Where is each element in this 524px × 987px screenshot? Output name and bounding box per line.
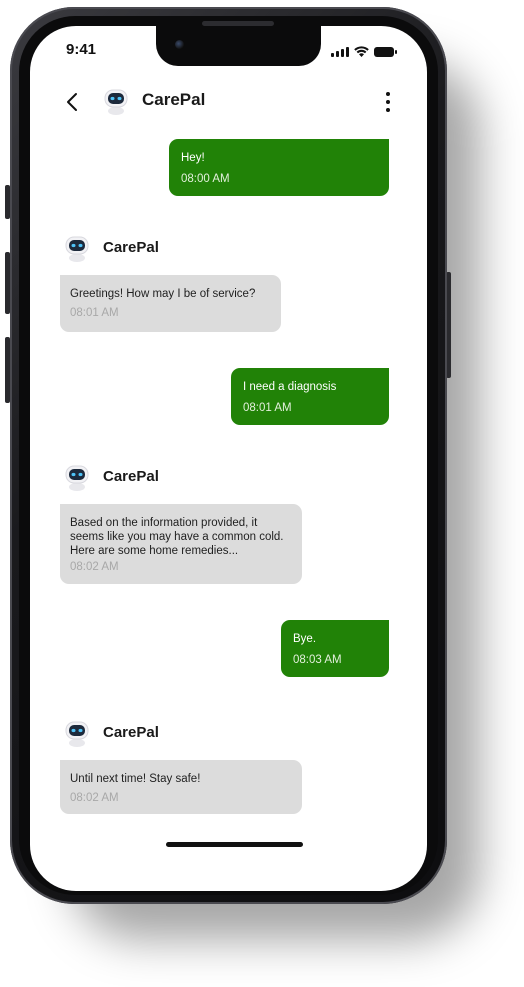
bot-sender-label: CarePal <box>61 231 159 263</box>
back-button[interactable] <box>60 86 84 118</box>
wifi-icon <box>354 46 369 57</box>
message-time: 08:01 AM <box>70 307 119 319</box>
message-time: 08:02 AM <box>70 561 119 573</box>
message-time: 08:02 AM <box>70 792 119 804</box>
more-vertical-icon <box>386 92 390 96</box>
message-text: Bye. <box>293 633 317 645</box>
chat-screen: 9:41 CarePal Hey! 08:00 AM CarePal Greet… <box>30 26 427 891</box>
bot-name: CarePal <box>103 723 159 741</box>
robot-avatar-icon <box>65 465 89 491</box>
chat-header: CarePal <box>30 80 427 126</box>
status-icons <box>331 46 397 57</box>
earpiece-speaker <box>202 21 274 26</box>
more-options-button[interactable] <box>378 88 398 116</box>
bot-message: Greetings! How may I be of service? 08:0… <box>60 275 281 332</box>
user-message: Bye. 08:03 AM <box>281 620 389 677</box>
user-message: I need a diagnosis 08:01 AM <box>231 368 389 425</box>
page-title: CarePal <box>142 90 206 109</box>
message-time: 08:01 AM <box>243 402 292 414</box>
phone-frame: 9:41 CarePal Hey! 08:00 AM CarePal Greet… <box>10 7 447 904</box>
chevron-left-icon <box>67 93 77 111</box>
bot-message: Until next time! Stay safe! 08:02 AM <box>60 760 302 814</box>
bot-sender-label: CarePal <box>61 716 159 748</box>
message-text: I need a diagnosis <box>243 381 337 393</box>
bot-name: CarePal <box>103 238 159 256</box>
message-text: Until next time! Stay safe! <box>70 773 201 785</box>
user-message: Hey! 08:00 AM <box>169 139 389 196</box>
phone-mockup: 9:41 CarePal Hey! 08:00 AM CarePal Greet… <box>0 0 524 987</box>
message-time: 08:03 AM <box>293 654 342 666</box>
robot-avatar-icon <box>65 236 89 262</box>
message-text: Greetings! How may I be of service? <box>70 288 256 300</box>
front-camera-icon <box>175 40 184 49</box>
status-time: 9:41 <box>66 41 97 58</box>
robot-avatar-icon <box>100 84 132 121</box>
message-time: 08:00 AM <box>181 173 230 185</box>
bot-sender-label: CarePal <box>61 460 159 492</box>
message-text: Hey! <box>181 152 205 164</box>
message-text: Based on the information provided, it se… <box>70 517 284 557</box>
home-indicator[interactable] <box>166 842 303 847</box>
robot-avatar-icon <box>65 721 89 747</box>
signal-icon <box>331 46 349 57</box>
bot-name: CarePal <box>103 467 159 485</box>
bot-message: Based on the information provided, it se… <box>60 504 302 584</box>
battery-icon <box>374 46 397 57</box>
